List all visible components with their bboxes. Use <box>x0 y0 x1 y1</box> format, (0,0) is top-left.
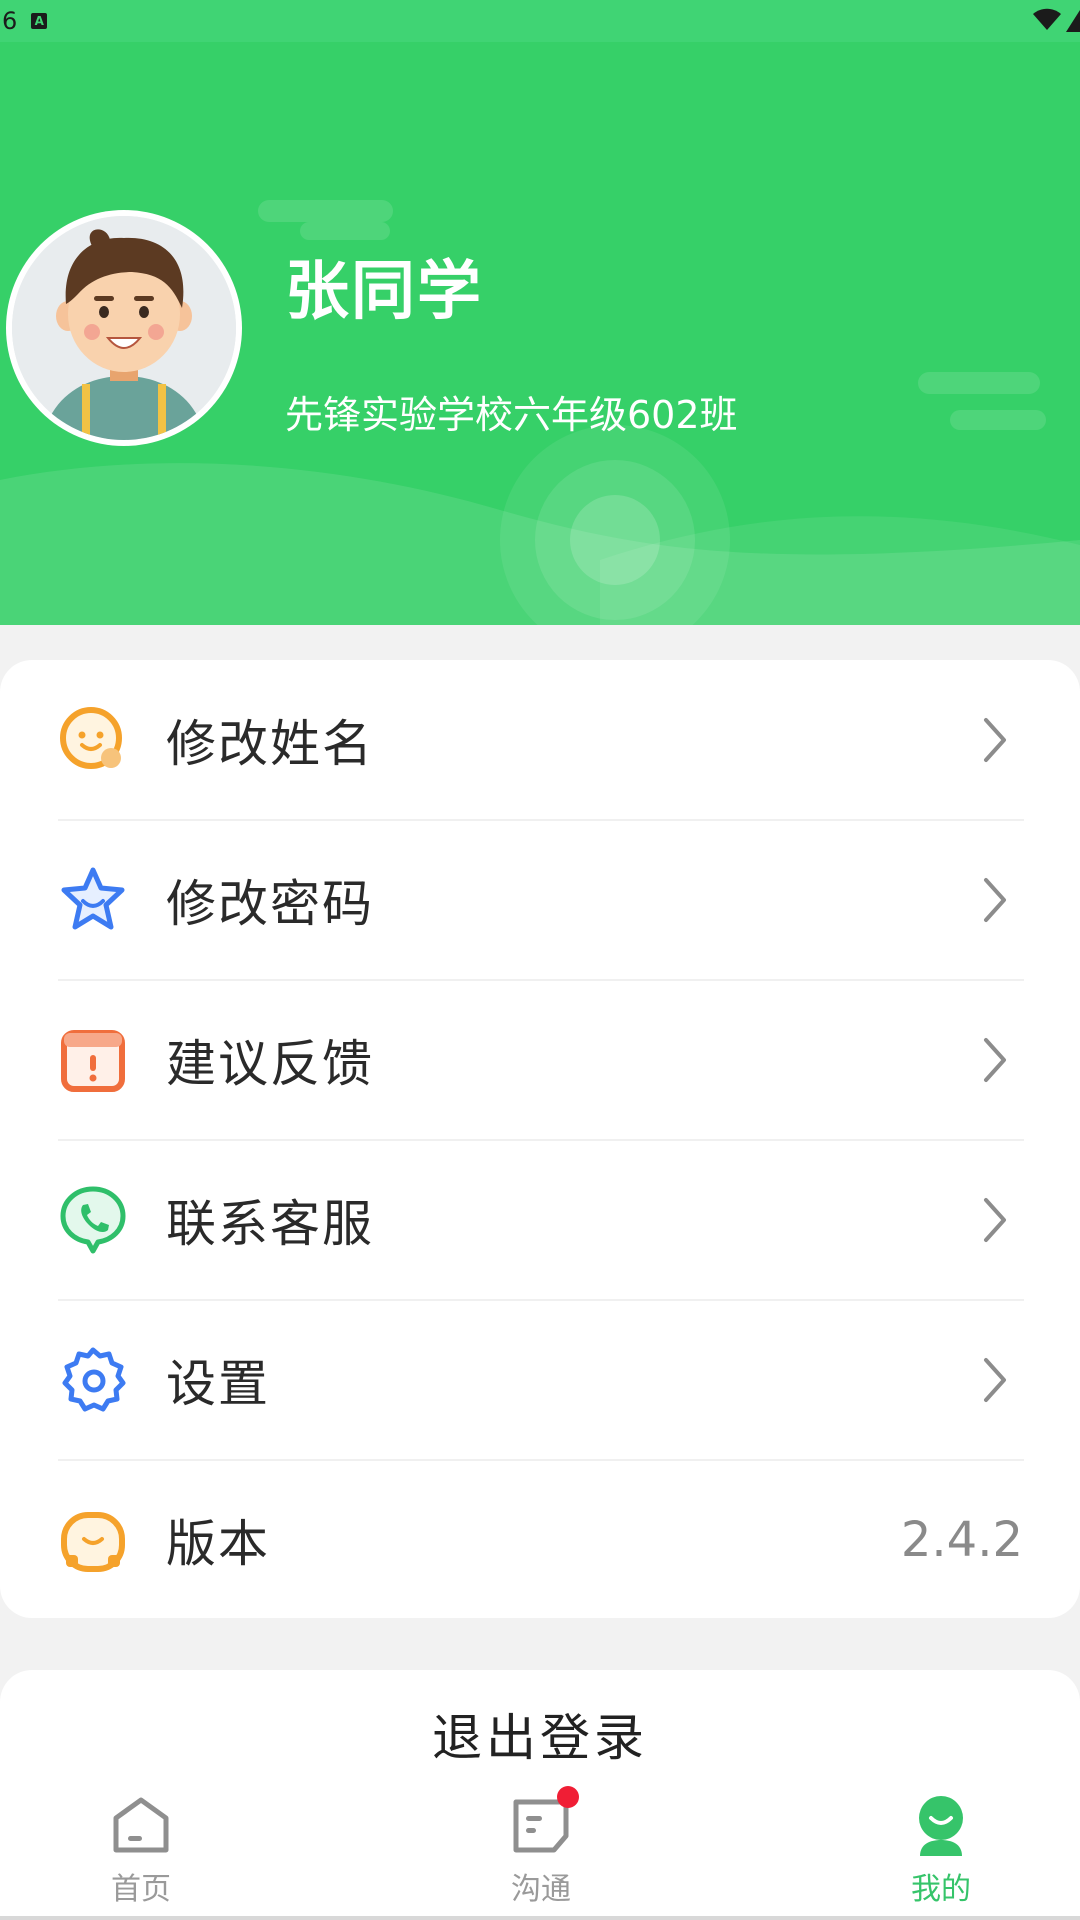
chevron-right-icon <box>984 1358 1006 1402</box>
menu-item-settings[interactable]: 设置 <box>0 1300 1080 1460</box>
chevron-right-icon <box>984 718 1006 762</box>
user-class: 先锋实验学校六年级602班 <box>285 393 738 437</box>
battery-icon <box>1066 10 1080 32</box>
menu-item-version: 版本 2.4.2 <box>0 1460 1080 1620</box>
version-value: 2.4.2 <box>900 1512 1023 1568</box>
menu-item-edit-name[interactable]: 修改姓名 <box>0 660 1080 820</box>
menu-item-label: 设置 <box>166 1355 270 1413</box>
menu-item-customer-service[interactable]: 联系客服 <box>0 1140 1080 1300</box>
status-time: 6 <box>2 7 18 35</box>
menu-item-label: 修改姓名 <box>166 715 374 773</box>
status-bar: 6 A <box>0 0 1080 42</box>
menu-item-label: 版本 <box>166 1515 270 1573</box>
nav-label: 沟通 <box>511 1872 571 1907</box>
phone-bubble-icon <box>60 1186 126 1254</box>
menu-item-feedback[interactable]: 建议反馈 <box>0 980 1080 1140</box>
nav-label: 首页 <box>111 1872 171 1907</box>
chevron-right-icon <box>984 1198 1006 1242</box>
star-smile-icon <box>61 867 125 930</box>
menu-card: 修改姓名 修改密码 建议反馈 联系客服 设置 版本 2.4.2 <box>0 660 1080 1618</box>
wifi-icon <box>1033 8 1061 30</box>
nav-divider <box>0 1916 1080 1920</box>
avatar-boy-illustration <box>12 216 236 440</box>
nav-label: 我的 <box>911 1872 971 1907</box>
nav-chat[interactable]: 沟通 <box>441 1762 641 1920</box>
chevron-right-icon <box>984 878 1006 922</box>
menu-item-label: 联系客服 <box>166 1195 374 1253</box>
menu-item-label: 修改密码 <box>166 875 374 933</box>
notification-icon: A <box>31 13 48 29</box>
profile-icon <box>919 1796 963 1856</box>
smile-bubble-icon <box>60 707 122 769</box>
menu-item-change-password[interactable]: 修改密码 <box>0 820 1080 980</box>
menu-item-label: 建议反馈 <box>166 1035 374 1093</box>
profile-header: 6 A 张同学 先锋实验学校六年级602班 <box>0 0 1080 625</box>
chevron-right-icon <box>984 1038 1006 1082</box>
home-icon <box>113 1797 169 1853</box>
nav-home[interactable]: 首页 <box>41 1762 241 1920</box>
feedback-box-icon <box>61 1030 125 1092</box>
unread-badge <box>557 1786 579 1808</box>
smile-clock-icon <box>61 1512 125 1572</box>
avatar[interactable] <box>6 210 242 446</box>
user-name: 张同学 <box>285 255 483 329</box>
nav-mine[interactable]: 我的 <box>841 1762 1041 1920</box>
gear-icon <box>62 1347 126 1412</box>
bottom-nav: 首页 沟通 我的 <box>0 1762 1080 1920</box>
logout-label: 退出登录 <box>432 1709 648 1767</box>
